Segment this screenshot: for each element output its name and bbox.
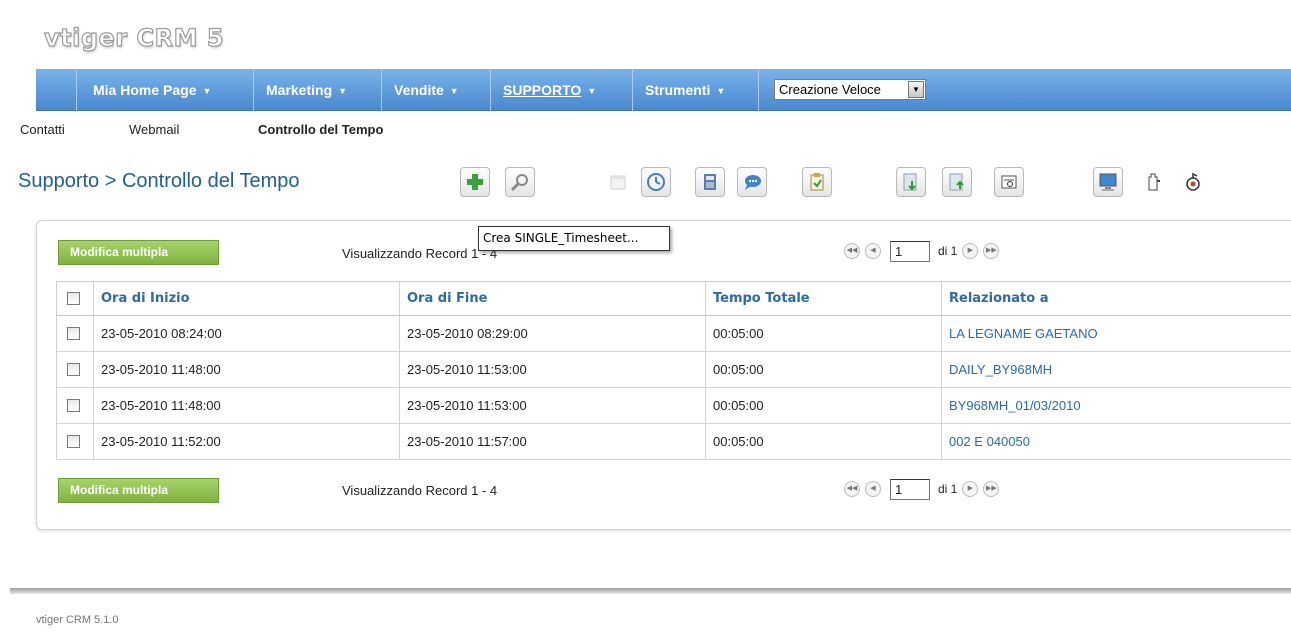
table-row: 23-05-2010 11:48:00 23-05-2010 11:53:00 … bbox=[57, 388, 1291, 424]
nav-vendite-label: Vendite bbox=[394, 82, 444, 98]
related-to-link[interactable]: BY968MH_01/03/2010 bbox=[941, 388, 1291, 423]
add-icon[interactable] bbox=[460, 167, 490, 197]
record-count-top: Visualizzando Record 1 - 4 bbox=[342, 246, 498, 261]
next-page-icon[interactable]: ▶ bbox=[962, 481, 979, 497]
end-time: 23-05-2010 11:57:00 bbox=[399, 424, 705, 459]
footer-divider bbox=[10, 588, 1291, 594]
checkbox[interactable] bbox=[67, 292, 80, 305]
column-ora-fine[interactable]: Ora di Fine bbox=[399, 282, 705, 315]
tag-icon[interactable] bbox=[1178, 167, 1208, 197]
row-checkbox-cell bbox=[57, 316, 93, 351]
table-row: 23-05-2010 11:52:00 23-05-2010 11:57:00 … bbox=[57, 424, 1291, 460]
main-nav: Mia Home Page ▼ Marketing ▼ Vendite ▼ SUPPO… bbox=[36, 69, 1291, 111]
records-table: Ora di Inizio Ora di Fine Tempo Totale R… bbox=[56, 281, 1291, 460]
next-page-icon[interactable]: ▶ bbox=[962, 243, 979, 259]
row-checkbox[interactable] bbox=[67, 363, 80, 376]
pager-top: ◀◀ ◀ 1 di 1 ▶ ▶▶ bbox=[844, 240, 1004, 262]
column-tempo-totale[interactable]: Tempo Totale bbox=[705, 282, 941, 315]
monitor-icon[interactable] bbox=[1093, 167, 1123, 197]
mass-edit-button-bottom[interactable]: Modifica multipla bbox=[58, 478, 219, 503]
mass-edit-button-top[interactable]: Modifica multipla bbox=[58, 240, 219, 265]
chat-icon[interactable] bbox=[737, 167, 767, 197]
row-checkbox[interactable] bbox=[67, 399, 80, 412]
start-time: 23-05-2010 11:52:00 bbox=[93, 424, 399, 459]
nav-vendite[interactable]: Vendite ▼ bbox=[382, 69, 471, 111]
calendar-icon[interactable] bbox=[603, 167, 633, 197]
export-icon[interactable] bbox=[942, 167, 972, 197]
total-time: 00:05:00 bbox=[705, 388, 941, 423]
nav-separator bbox=[758, 69, 759, 111]
breadcrumb-separator: > bbox=[104, 170, 117, 192]
record-count-bottom: Visualizzando Record 1 - 4 bbox=[342, 483, 498, 498]
find-duplicates-icon[interactable] bbox=[994, 167, 1024, 197]
table-row: 23-05-2010 08:24:00 23-05-2010 08:29:00 … bbox=[57, 316, 1291, 352]
last-page-icon[interactable]: ▶▶ bbox=[983, 481, 1000, 497]
page-title: Supporto > Controllo del Tempo bbox=[18, 170, 300, 193]
first-page-icon[interactable]: ◀◀ bbox=[844, 243, 860, 259]
prev-page-icon[interactable]: ◀ bbox=[865, 243, 881, 259]
row-checkbox-cell bbox=[57, 424, 93, 459]
nav-supporto-label: SUPPORTO bbox=[503, 82, 582, 98]
clipboard-icon[interactable] bbox=[802, 167, 832, 197]
prev-page-icon[interactable]: ◀ bbox=[865, 481, 881, 497]
start-time: 23-05-2010 08:24:00 bbox=[93, 316, 399, 351]
row-checkbox[interactable] bbox=[67, 435, 80, 448]
column-relazionato[interactable]: Relazionato a bbox=[941, 282, 1291, 315]
total-time: 00:05:00 bbox=[705, 352, 941, 387]
table-header: Ora di Inizio Ora di Fine Tempo Totale R… bbox=[57, 282, 1291, 316]
chevron-down-icon: ▼ bbox=[202, 86, 212, 96]
import-icon[interactable] bbox=[896, 167, 926, 197]
total-time: 00:05:00 bbox=[705, 316, 941, 351]
page-of-top: di 1 bbox=[938, 244, 958, 258]
related-to-link[interactable]: 002 E 040050 bbox=[941, 424, 1291, 459]
nav-strumenti[interactable]: Strumenti ▼ bbox=[633, 69, 737, 111]
table-row: 23-05-2010 11:48:00 23-05-2010 11:53:00 … bbox=[57, 352, 1291, 388]
quick-create-value: Creazione Veloce bbox=[779, 82, 881, 97]
quick-create-select[interactable]: Creazione Veloce ▼ bbox=[774, 79, 926, 100]
nav-marketing-label: Marketing bbox=[266, 82, 333, 98]
end-time: 23-05-2010 11:53:00 bbox=[399, 352, 705, 387]
start-time: 23-05-2010 11:48:00 bbox=[93, 352, 399, 387]
search-icon[interactable] bbox=[505, 167, 535, 197]
row-checkbox-cell bbox=[57, 388, 93, 423]
page-input-top[interactable]: 1 bbox=[890, 240, 930, 262]
end-time: 23-05-2010 08:29:00 bbox=[399, 316, 705, 351]
settings-icon[interactable] bbox=[1138, 167, 1168, 197]
column-ora-inizio[interactable]: Ora di Inizio bbox=[93, 282, 399, 315]
subnav-controllo-tempo[interactable]: Controllo del Tempo bbox=[258, 122, 383, 137]
create-timesheet-tooltip: Crea SINGLE_Timesheet... bbox=[478, 226, 670, 251]
pager-bottom: ◀◀ ◀ 1 di 1 ▶ ▶▶ bbox=[844, 478, 1004, 500]
row-checkbox-cell bbox=[57, 352, 93, 387]
select-all-checkbox[interactable] bbox=[57, 282, 93, 315]
nav-strumenti-label: Strumenti bbox=[645, 82, 711, 98]
nav-supporto[interactable]: SUPPORTO ▼ bbox=[491, 69, 608, 111]
breadcrumb-current: Controllo del Tempo bbox=[121, 170, 300, 192]
calculator-icon[interactable] bbox=[695, 167, 725, 197]
start-time: 23-05-2010 11:48:00 bbox=[93, 388, 399, 423]
last-page-icon[interactable]: ▶▶ bbox=[983, 243, 1000, 259]
total-time: 00:05:00 bbox=[705, 424, 941, 459]
dropdown-arrow-icon[interactable]: ▼ bbox=[908, 81, 924, 98]
first-page-icon[interactable]: ◀◀ bbox=[844, 481, 860, 497]
subnav-webmail[interactable]: Webmail bbox=[129, 122, 179, 137]
subnav-contatti[interactable]: Contatti bbox=[20, 122, 65, 137]
footer-version: vtiger CRM 5.1.0 bbox=[36, 614, 119, 626]
nav-marketing[interactable]: Marketing ▼ bbox=[254, 69, 359, 111]
chevron-down-icon: ▼ bbox=[587, 86, 597, 96]
related-to-link[interactable]: LA LEGNAME GAETANO bbox=[941, 316, 1291, 351]
end-time: 23-05-2010 11:53:00 bbox=[399, 388, 705, 423]
breadcrumb-module[interactable]: Supporto bbox=[18, 170, 99, 192]
related-to-link[interactable]: DAILY_BY968MH bbox=[941, 352, 1291, 387]
app-logo: vtiger CRM 5 bbox=[43, 23, 225, 52]
row-checkbox[interactable] bbox=[67, 327, 80, 340]
clock-icon[interactable] bbox=[641, 167, 671, 197]
chevron-down-icon: ▼ bbox=[449, 86, 459, 96]
nav-home[interactable]: Mia Home Page ▼ bbox=[81, 69, 223, 111]
page-of-bottom: di 1 bbox=[938, 482, 958, 496]
page-input-bottom[interactable]: 1 bbox=[890, 478, 930, 500]
nav-home-label: Mia Home Page bbox=[93, 82, 197, 98]
chevron-down-icon: ▼ bbox=[338, 86, 348, 96]
nav-separator bbox=[76, 69, 77, 111]
chevron-down-icon: ▼ bbox=[716, 86, 726, 96]
